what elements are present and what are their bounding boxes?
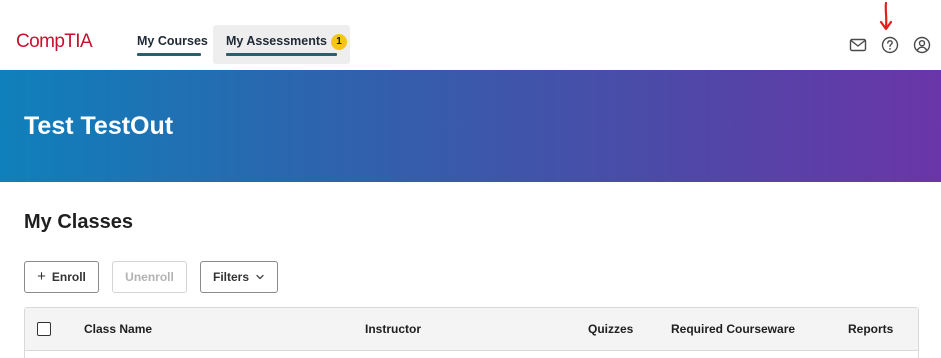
comptia-logo[interactable]: CompTIA [16,30,93,54]
enroll-button[interactable]: + Enroll [24,261,99,293]
column-header-required-courseware[interactable]: Required Courseware [671,322,795,336]
assessments-count-badge: 1 [330,34,347,50]
unenroll-button-label: Unenroll [125,270,174,284]
select-all-checkbox[interactable] [37,322,51,336]
tab-my-assessments-label-wrap: My Assessments 1 [226,34,347,50]
tab-my-assessments-label: My Assessments [226,34,327,48]
top-nav: CompTIA My Courses My Assessments 1 [0,0,941,70]
enroll-button-label: Enroll [51,270,86,284]
filters-button-label: Filters [212,270,249,284]
annotation-arrow-icon [879,2,893,31]
page-title: Test TestOut [24,112,174,140]
column-header-quizzes[interactable]: Quizzes [588,322,633,336]
user-icon[interactable] [913,36,931,54]
tab-my-assessments-underline [226,53,337,56]
table-header-row: Class Name Instructor Quizzes Required C… [25,308,918,351]
section-title-my-classes: My Classes [24,211,133,233]
mail-icon[interactable] [849,36,867,54]
chevron-down-icon [256,274,264,280]
filters-button[interactable]: Filters [200,261,278,293]
column-header-reports[interactable]: Reports [848,322,893,336]
plus-icon: + [37,268,46,285]
help-icon[interactable] [881,36,899,54]
column-header-class-name[interactable]: Class Name [84,322,152,336]
unenroll-button[interactable]: Unenroll [112,261,187,293]
tab-my-courses-label: My Courses [137,34,208,48]
column-header-instructor[interactable]: Instructor [365,322,421,336]
tab-my-assessments[interactable]: My Assessments 1 [213,25,350,64]
classes-table: Class Name Instructor Quizzes Required C… [24,307,919,358]
hero-banner: Test TestOut [0,70,941,182]
tab-my-courses-underline [137,53,201,56]
tab-my-courses[interactable]: My Courses [137,25,208,64]
